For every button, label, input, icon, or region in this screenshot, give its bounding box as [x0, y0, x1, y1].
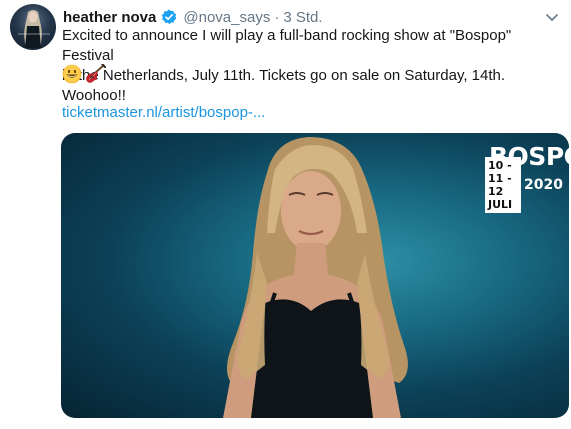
tweet-header: heather nova @nova_says · 3 Std.: [63, 6, 563, 28]
chevron-down-icon[interactable]: [543, 8, 561, 26]
festival-logo: BOSPOP 10 - 11 - 12 JULI 2020: [485, 143, 569, 213]
separator-dot: ·: [274, 8, 280, 26]
author-name[interactable]: heather nova: [63, 9, 156, 26]
tweet[interactable]: heather nova @nova_says · 3 Std. Excited…: [0, 0, 571, 429]
timestamp[interactable]: 3 Std.: [283, 9, 322, 26]
verified-badge-icon: [161, 9, 177, 25]
festival-dates: 10 - 11 - 12 JULI: [485, 157, 522, 213]
avatar[interactable]: [10, 4, 56, 50]
tweet-media-image[interactable]: BOSPOP 10 - 11 - 12 JULI 2020: [61, 133, 569, 418]
grinning-face-icon: [62, 64, 82, 89]
festival-dates-row: 10 - 11 - 12 JULI 2020: [485, 157, 563, 213]
tweet-text: Excited to announce I will play a full-b…: [62, 27, 512, 104]
emoji-row: [62, 62, 107, 89]
tweet-link[interactable]: ticketmaster.nl/artist/bospop-...: [62, 104, 265, 121]
guitar-icon: [84, 62, 107, 89]
festival-year: 2020: [524, 177, 563, 193]
author-handle[interactable]: @nova_says: [183, 9, 270, 26]
